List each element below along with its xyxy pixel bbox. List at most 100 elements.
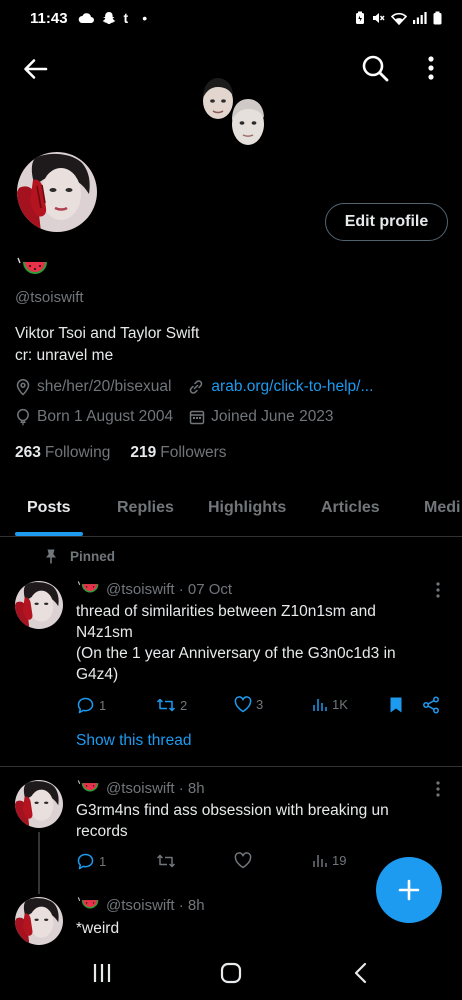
more-vertical-icon[interactable] [420, 53, 442, 83]
followers-link[interactable]: 219 Followers [130, 444, 226, 462]
reply-icon [77, 697, 94, 714]
tab-media[interactable]: Medi [424, 499, 460, 517]
post-text[interactable]: thread of similarities between Z10n1sm a… [76, 601, 426, 685]
arrow-left-icon[interactable] [20, 54, 50, 84]
profile-joined: Joined June 2023 [211, 408, 334, 425]
profile-bio: Viktor Tsoi and Taylor Swift cr: unravel… [15, 323, 199, 367]
tab-highlights[interactable]: Highlights [208, 499, 286, 517]
calendar-icon [189, 410, 205, 425]
post-handle-time[interactable]: @tsoiswift · 8h [106, 780, 205, 797]
banner-face-left [203, 78, 233, 119]
post-actions: 1 2 3 1K [76, 696, 446, 720]
tab-articles[interactable]: Articles [321, 499, 380, 517]
views-button[interactable]: 1K [312, 696, 348, 712]
profile-meta-row-1: she/her/20/bisexual arab.org/click-to-he… [15, 378, 373, 396]
recents-icon[interactable] [87, 960, 117, 986]
post-avatar[interactable] [15, 897, 63, 945]
edit-profile-button[interactable]: Edit profile [325, 203, 448, 241]
repost-button[interactable]: 2 [156, 696, 187, 714]
pin-icon [46, 549, 56, 564]
post-text-line: records [76, 823, 128, 840]
mute-icon [373, 13, 385, 23]
heart-icon [234, 852, 252, 869]
post-more-icon[interactable] [430, 581, 446, 599]
post-header: @tsoiswift · 07 Oct [76, 580, 232, 598]
share-icon [423, 696, 439, 714]
profile-link[interactable]: arab.org/click-to-help/... [211, 378, 373, 396]
wifi-icon [391, 12, 407, 25]
tumblr-icon: t [123, 10, 129, 26]
post-text-line: thread of similarities between Z10n1sm a… [76, 603, 376, 620]
following-count: 263 [15, 444, 41, 461]
views-count: 19 [332, 852, 347, 868]
repost-icon [156, 698, 176, 712]
cloud-icon [78, 13, 94, 23]
plus-icon [398, 879, 420, 901]
post-text-line: (On the 1 year Anniversary of the G3n0c1… [76, 645, 396, 662]
show-thread-link[interactable]: Show this thread [76, 732, 191, 750]
watermelon-icon [77, 780, 99, 792]
post-avatar[interactable] [15, 581, 63, 629]
profile-tabs: Posts Replies Highlights Articles Medi [0, 485, 462, 537]
bio-line: cr: unravel me [15, 347, 114, 364]
like-button[interactable] [234, 852, 256, 869]
post-text-line: *weird [76, 920, 120, 937]
post-avatar[interactable] [15, 780, 63, 828]
bookmark-button[interactable] [389, 696, 403, 714]
search-icon[interactable] [360, 53, 390, 83]
post-text-line: N4z1sm [76, 624, 133, 641]
post-more-icon[interactable] [430, 780, 446, 798]
reply-button[interactable]: 1 [76, 696, 106, 715]
post-header: @tsoiswift · 8h [76, 779, 205, 797]
post-divider [0, 766, 462, 767]
reply-button[interactable]: 1 [76, 852, 106, 871]
post-text[interactable]: G3rm4ns find ass obsession with breaking… [76, 800, 426, 842]
status-notification-icons: t • [78, 10, 147, 26]
watermelon-icon [77, 581, 99, 593]
location-icon [16, 379, 30, 396]
pinned-label: Pinned [44, 548, 115, 564]
balloon-icon [17, 408, 29, 426]
watermelon-icon [77, 897, 99, 909]
post-header: @tsoiswift · 8h [76, 896, 205, 914]
banner-face-right [232, 99, 264, 145]
like-button[interactable]: 3 [234, 696, 263, 713]
bookmark-filled-icon [390, 697, 402, 713]
following-link[interactable]: 263 Following [15, 444, 110, 462]
followers-count: 219 [130, 444, 157, 461]
back-chevron-icon[interactable] [346, 960, 376, 986]
profile-handle: @tsoiswift [15, 289, 84, 306]
share-button[interactable] [422, 696, 440, 714]
tab-posts[interactable]: Posts [27, 499, 71, 517]
post-text[interactable]: *weird [76, 918, 426, 939]
repost-button[interactable] [156, 852, 180, 870]
profile-birthday: Born 1 August 2004 [37, 408, 174, 425]
views-icon [313, 699, 327, 711]
like-count: 3 [256, 697, 264, 712]
battery-icon [433, 11, 442, 25]
post-text-line: G3rm4ns find ass obsession with breaking… [76, 802, 389, 819]
thread-connector [38, 832, 40, 894]
post-text-line: G4z4) [76, 666, 119, 683]
compose-button[interactable] [376, 857, 442, 923]
post-handle-time[interactable]: @tsoiswift · 07 Oct [106, 581, 232, 598]
repost-icon [156, 854, 176, 868]
post-handle-time[interactable]: @tsoiswift · 8h [106, 897, 205, 914]
battery-saver-icon [356, 11, 364, 24]
views-button[interactable]: 19 [312, 852, 346, 868]
profile-pronouns: she/her/20/bisexual [37, 378, 172, 395]
link-icon [190, 380, 203, 394]
home-icon[interactable] [216, 960, 246, 986]
repost-count: 2 [180, 697, 188, 713]
reply-icon [77, 853, 94, 870]
profile-avatar[interactable] [15, 150, 99, 234]
status-time: 11:43 [30, 9, 68, 27]
banner-image[interactable] [198, 76, 278, 150]
signal-icon [413, 12, 427, 24]
active-tab-indicator [15, 532, 83, 536]
following-label: Following [44, 444, 111, 461]
tab-replies[interactable]: Replies [117, 499, 174, 517]
heart-icon [234, 696, 252, 713]
pinned-text: Pinned [70, 548, 116, 564]
views-icon [313, 855, 327, 867]
